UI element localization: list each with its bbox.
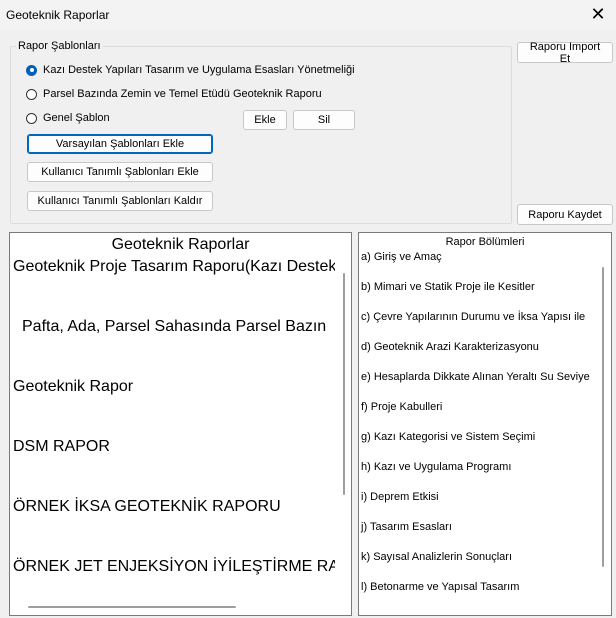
window-title: Geoteknik Raporlar [6,8,110,22]
radio-label: Parsel Bazında Zemin ve Temel Etüdü Geot… [43,88,322,100]
sections-vscroll-thumb[interactable] [602,267,604,567]
list-item[interactable]: Geoteknik Proje Tasarım Raporu(Kazı Dest… [13,258,336,276]
list-item[interactable]: k) Sayısal Analizlerin Sonuçları [361,551,512,563]
list-item[interactable]: d) Geoteknik Arazi Karakterizasyonu [361,341,539,353]
reports-list-header: Geoteknik Raporlar [111,236,250,253]
radio-icon [26,88,37,100]
list-item[interactable]: h) Kazı ve Uygulama Programı [361,461,511,473]
add-template-button[interactable]: Ekle [243,110,287,130]
radio-label: Kazı Destek Yapıları Tasarım ve Uygulama… [43,64,355,76]
close-icon[interactable]: ✕ [588,4,608,24]
list-item[interactable]: DSM RAPOR [13,438,110,456]
save-report-button[interactable]: Raporu Kaydet [517,204,613,225]
reports-hscroll-thumb[interactable] [28,606,236,608]
radio-label: Genel Şablon [43,112,110,124]
list-item[interactable]: ÖRNEK JET ENJEKSİYON İYİLEŞTİRME RA [13,558,339,576]
add-default-templates-button[interactable]: Varsayılan Şablonları Ekle [27,134,213,154]
list-item[interactable]: l) Betonarme ve Yapısal Tasarım [361,581,519,593]
reports-vscroll-thumb[interactable] [343,273,345,495]
sections-list[interactable]: Rapor Bölümleri a) Giriş ve Amaç b) Mima… [358,232,612,616]
delete-template-button[interactable]: Sil [293,110,355,130]
radio-option-genel-sablon[interactable]: Genel Şablon [26,110,110,126]
radio-icon [26,112,37,124]
templates-legend: Rapor Şablonları [16,40,103,52]
list-item[interactable]: b) Mimari ve Statik Proje ile Kesitler [361,281,535,293]
radio-option-parsel-bazinda[interactable]: Parsel Bazında Zemin ve Temel Etüdü Geot… [26,86,322,102]
import-report-button[interactable]: Raporu Import Et [517,41,613,65]
list-item[interactable]: g) Kazı Kategorisi ve Sistem Seçimi [361,431,535,443]
radio-option-kazi-destek[interactable]: Kazı Destek Yapıları Tasarım ve Uygulama… [26,62,355,78]
list-item[interactable]: Pafta, Ada, Parsel Sahasında Parsel Bazı… [22,318,326,336]
list-item[interactable]: c) Çevre Yapılarının Durumu ve İksa Yapı… [361,311,585,323]
list-item[interactable]: Geoteknik Rapor [13,378,133,396]
radio-icon [26,64,37,76]
list-item[interactable]: a) Giriş ve Amaç [361,251,442,263]
reports-list[interactable]: Geoteknik Raporlar Geoteknik Proje Tasar… [9,232,352,616]
list-item[interactable]: ÖRNEK İKSA GEOTEKNİK RAPORU [13,498,281,516]
add-user-templates-button[interactable]: Kullanıcı Tanımlı Şablonları Ekle [27,162,213,182]
remove-user-templates-button[interactable]: Kullanıcı Tanımlı Şablonları Kaldır [27,191,213,211]
list-item[interactable]: i) Deprem Etkisi [361,491,439,503]
list-item[interactable]: j) Tasarım Esasları [361,521,452,533]
sections-list-header: Rapor Bölümleri [445,236,525,248]
title-bar: Geoteknik Raporlar ✕ [0,0,616,30]
list-item[interactable]: e) Hesaplarda Dikkate Alınan Yeraltı Su … [361,371,590,383]
list-item[interactable]: f) Proje Kabulleri [361,401,442,413]
